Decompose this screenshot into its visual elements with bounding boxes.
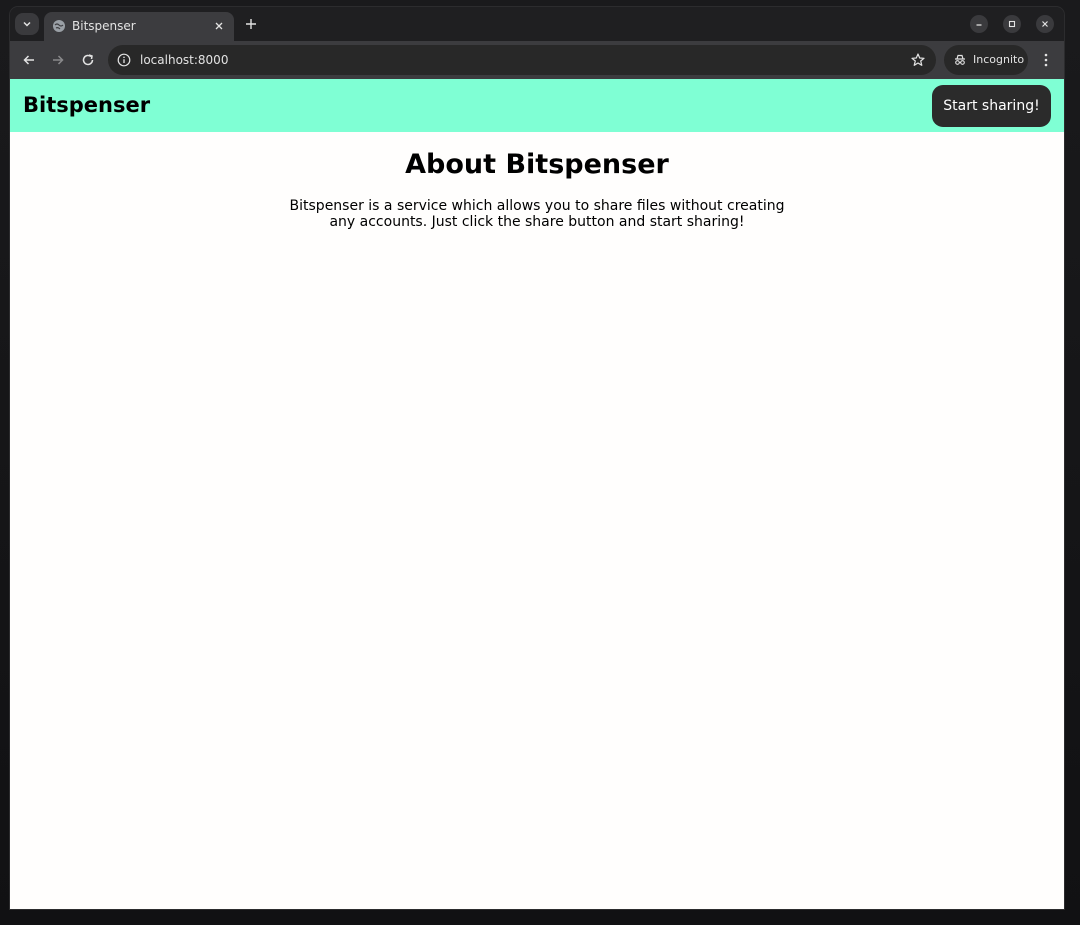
plus-icon (246, 19, 256, 29)
chevron-down-icon (23, 21, 31, 27)
tab-strip: Bitspenser (10, 7, 1064, 41)
minimize-button[interactable] (970, 15, 988, 33)
close-icon (1042, 21, 1048, 27)
address-bar[interactable]: localhost:8000 (108, 45, 936, 75)
tab-title: Bitspenser (72, 19, 136, 33)
tab-search-button[interactable] (15, 13, 39, 35)
arrow-right-icon (53, 55, 64, 65)
tab-bitspenser[interactable]: Bitspenser (44, 12, 234, 41)
maximize-button[interactable] (1003, 15, 1021, 33)
browser-menu-button[interactable] (1038, 51, 1054, 69)
tab-close-button[interactable] (212, 19, 226, 33)
page-viewport: Bitspenser Start sharing! About Bitspens… (10, 79, 1064, 909)
site-header: Bitspenser Start sharing! (10, 79, 1064, 132)
info-icon[interactable] (117, 53, 131, 67)
new-tab-button[interactable] (242, 15, 260, 33)
forward-button[interactable] (49, 51, 67, 69)
reload-button[interactable] (79, 51, 97, 69)
star-icon[interactable] (910, 52, 926, 68)
browser-toolbar: localhost:8000 Incognito (10, 41, 1064, 79)
window-close-button[interactable] (1036, 15, 1054, 33)
page-title: About Bitspenser (405, 149, 669, 180)
page-description: Bitspenser is a service which allows you… (289, 198, 785, 230)
back-button[interactable] (20, 51, 38, 69)
minimize-icon (976, 24, 982, 26)
incognito-icon (955, 54, 965, 65)
url-text[interactable]: localhost:8000 (140, 53, 228, 67)
incognito-profile-button[interactable]: Incognito (944, 45, 1028, 75)
close-icon (215, 22, 223, 30)
site-logo[interactable]: Bitspenser (23, 93, 150, 118)
incognito-label: Incognito (973, 53, 1025, 66)
start-sharing-button[interactable]: Start sharing! (932, 85, 1051, 127)
arrow-left-icon (23, 55, 34, 65)
globe-icon (53, 20, 65, 32)
more-vertical-icon (1044, 53, 1048, 67)
browser-window: Bitspenser localhost:8000 Incognito Bits… (10, 7, 1064, 909)
reload-icon (82, 54, 94, 66)
maximize-icon (1008, 20, 1016, 28)
